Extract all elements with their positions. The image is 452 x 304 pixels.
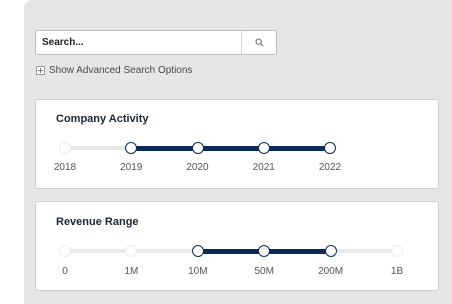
revenue-range-handle[interactable] (191, 245, 204, 257)
company-activity-card: Company Activity 2018 2019 2020 2021 2022 (35, 99, 439, 189)
company-activity-tick-label: 2021 (252, 162, 275, 173)
revenue-range-tick-label: 1B (390, 266, 404, 277)
company-activity-title: Company Activity (56, 113, 149, 125)
panel-tab-notch (246, 0, 452, 18)
company-activity-tick-label: 2020 (186, 162, 209, 173)
company-activity-handle[interactable] (125, 142, 138, 154)
company-activity-tick-label: 2022 (318, 162, 342, 173)
revenue-range-handle (125, 245, 138, 257)
revenue-range-title: Revenue Range (56, 216, 139, 228)
company-activity-tick-label: 2018 (53, 162, 77, 173)
revenue-range-tick-label: 200M (318, 266, 344, 277)
search-input[interactable] (36, 31, 247, 54)
revenue-range-handle (59, 245, 71, 257)
revenue-range-tick-label: 1M (124, 266, 139, 277)
company-activity-handle[interactable] (324, 142, 336, 154)
revenue-range-tick-label: 0 (62, 266, 68, 277)
company-activity-handle[interactable] (191, 142, 204, 154)
revenue-range-card: Revenue Range 0 1M 10M 50M 200M 1B (35, 201, 439, 291)
search-box (35, 30, 277, 55)
company-activity-handle (59, 142, 71, 154)
revenue-range-handle[interactable] (324, 245, 337, 257)
advanced-search-toggle[interactable]: Show Advanced Search Options (36, 65, 192, 76)
advanced-search-label: Show Advanced Search Options (49, 65, 193, 76)
revenue-range-handle (391, 245, 403, 257)
company-activity-tick-label: 2019 (120, 162, 143, 173)
plus-icon (36, 66, 45, 75)
search-button[interactable] (241, 31, 276, 54)
revenue-range-handle[interactable] (258, 245, 271, 257)
revenue-range-tick-label: 10M (188, 266, 208, 277)
magnifier-icon (255, 38, 264, 47)
revenue-range-tick-label: 50M (254, 266, 274, 277)
company-activity-selected-range (131, 145, 330, 151)
company-activity-handle[interactable] (257, 142, 270, 154)
